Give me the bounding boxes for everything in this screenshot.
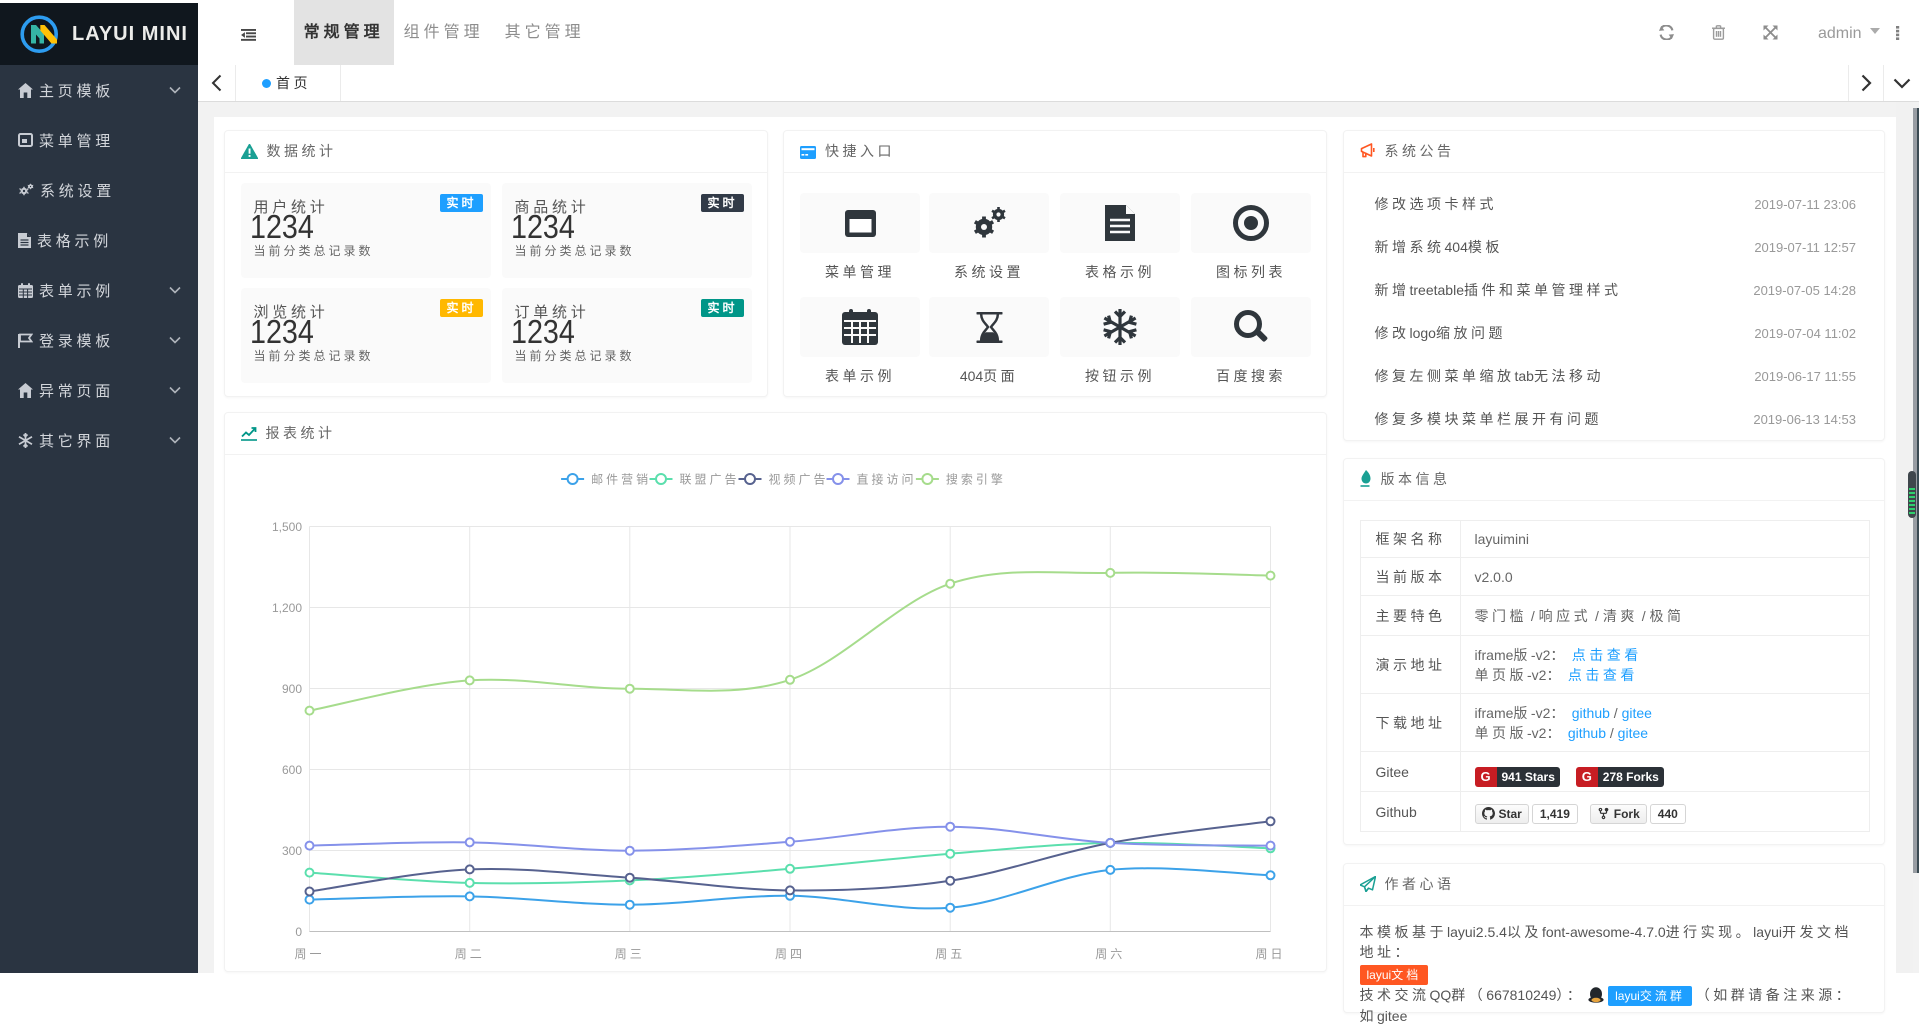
- svg-text:600: 600: [281, 763, 301, 777]
- svg-text:视频广告: 视频广告: [768, 472, 828, 487]
- svg-text:周一: 周一: [294, 947, 324, 961]
- svg-text:300: 300: [281, 844, 301, 858]
- svg-text:搜索引擎: 搜索引擎: [945, 472, 1005, 487]
- svg-text:1,200: 1,200: [271, 601, 301, 615]
- svg-text:周五: 周五: [935, 947, 965, 961]
- svg-text:0: 0: [295, 925, 302, 939]
- svg-text:邮件营销: 邮件营销: [591, 473, 651, 487]
- svg-text:周六: 周六: [1095, 947, 1125, 961]
- svg-text:周二: 周二: [454, 947, 484, 961]
- svg-text:周日: 周日: [1255, 947, 1285, 961]
- svg-text:周三: 周三: [614, 947, 644, 961]
- svg-text:周四: 周四: [774, 947, 804, 961]
- svg-text:直接访问: 直接访问: [856, 472, 916, 487]
- svg-text:联盟广告: 联盟广告: [679, 473, 739, 487]
- svg-text:1,500: 1,500: [271, 520, 301, 534]
- svg-text:900: 900: [281, 682, 301, 696]
